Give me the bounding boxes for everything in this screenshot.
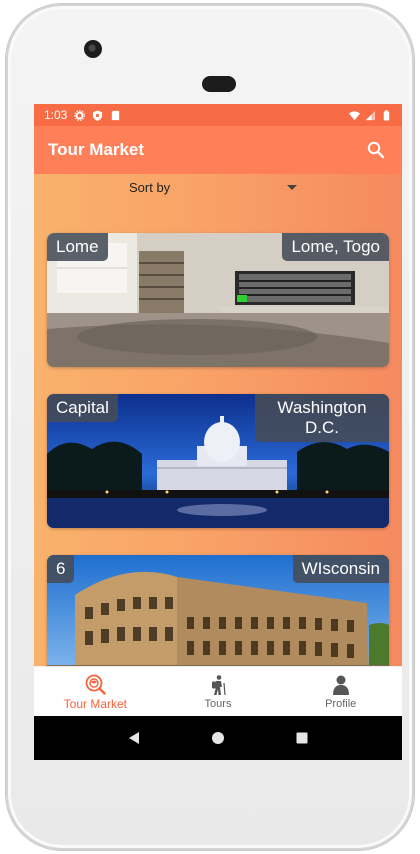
nav-label: Profile bbox=[325, 697, 357, 710]
search-button[interactable] bbox=[364, 138, 388, 162]
tour-title-badge: Capital bbox=[47, 394, 118, 422]
system-navigation-bar bbox=[34, 716, 402, 760]
tour-card-lome[interactable]: Lome Lome, Togo bbox=[47, 233, 389, 367]
bottom-navigation: Tour Market Tours Profile bbox=[34, 666, 402, 716]
home-circle-icon bbox=[212, 732, 224, 744]
tour-location-badge: WIsconsin bbox=[292, 555, 389, 583]
recents-button[interactable] bbox=[292, 728, 312, 748]
phone-frame: 1:03 Tour Market Sort by Lome Lome, Togo… bbox=[6, 4, 414, 850]
profile-icon bbox=[330, 674, 352, 696]
back-button[interactable] bbox=[124, 728, 144, 748]
nav-label: Tours bbox=[204, 697, 232, 710]
status-bar: 1:03 bbox=[34, 104, 402, 126]
back-triangle-icon bbox=[129, 732, 139, 744]
sort-label: Sort by bbox=[129, 180, 171, 195]
nav-profile[interactable]: Profile bbox=[279, 667, 402, 716]
tour-title-badge: Lome bbox=[47, 233, 108, 261]
nav-label: Tour Market bbox=[63, 696, 128, 711]
app-title: Tour Market bbox=[48, 140, 145, 159]
nav-tours[interactable]: Tours bbox=[157, 667, 280, 716]
sort-dropdown[interactable]: Sort by bbox=[34, 174, 402, 202]
tour-market-icon bbox=[84, 673, 107, 695]
shield-icon bbox=[93, 109, 103, 121]
battery-icon bbox=[383, 109, 390, 121]
app-bar: Tour Market bbox=[34, 126, 402, 174]
home-button[interactable] bbox=[208, 728, 228, 748]
recents-square-icon bbox=[296, 732, 308, 744]
search-icon bbox=[367, 141, 385, 159]
hiker-icon bbox=[207, 674, 229, 696]
screen: 1:03 Tour Market Sort by Lome Lome, Togo… bbox=[34, 104, 402, 760]
status-time: 1:03 bbox=[44, 108, 68, 122]
tour-location-badge: Lome, Togo bbox=[282, 233, 389, 261]
tour-list[interactable]: Sort by Lome Lome, Togo Capital Washingt… bbox=[34, 174, 402, 666]
caret-down-icon bbox=[287, 185, 297, 190]
nav-tour-market[interactable]: Tour Market bbox=[34, 667, 157, 716]
signal-icon bbox=[365, 110, 376, 120]
wifi-icon bbox=[349, 110, 360, 120]
earpiece-speaker bbox=[202, 76, 236, 92]
tour-card-6[interactable]: 6 WIsconsin bbox=[47, 555, 389, 666]
tour-location-badge: Washington D.C. bbox=[255, 394, 389, 442]
front-camera bbox=[84, 40, 102, 58]
sd-card-icon bbox=[112, 110, 120, 120]
settings-icon bbox=[74, 109, 86, 121]
tour-card-capital[interactable]: Capital Washington D.C. bbox=[47, 394, 389, 528]
tour-title-badge: 6 bbox=[47, 555, 75, 583]
